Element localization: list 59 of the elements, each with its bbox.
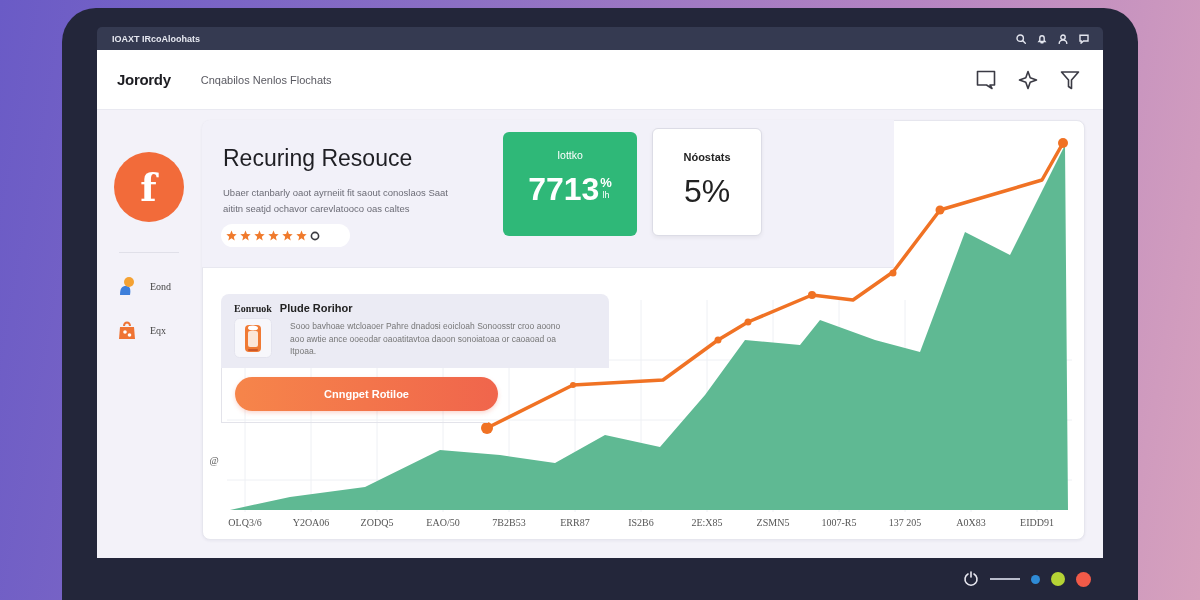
line-point — [935, 205, 945, 215]
bell-icon[interactable] — [1037, 33, 1047, 44]
line-point — [1058, 138, 1068, 148]
ring-icon — [310, 230, 320, 241]
window-title: IOAXT IRcoAloohats — [112, 33, 200, 44]
axis-label: ZODQ5 — [360, 517, 394, 528]
star-icon — [282, 230, 293, 241]
star-icon — [226, 230, 237, 241]
axis-label: EIDD91 — [1020, 517, 1054, 528]
device-icon — [234, 318, 272, 358]
line-point — [808, 291, 816, 299]
star-icon — [240, 230, 251, 241]
filter-icon[interactable] — [1060, 69, 1080, 90]
brand-logo: f — [113, 152, 184, 222]
axis-label: 1007-R5 — [821, 517, 857, 528]
axis-label: OLQ3/6 — [228, 517, 262, 528]
stat-value: 5% — [683, 173, 731, 209]
stat-value: 7713 — [528, 171, 600, 207]
stat-label: Nóostats — [683, 151, 731, 163]
axis-label: EAO/50 — [426, 517, 460, 528]
axis-mark: @ — [209, 455, 219, 466]
sidebar-item[interactable]: Eqx — [97, 320, 200, 340]
stat-unit-caption: lh — [602, 189, 610, 201]
axis-label: ERR87 — [560, 517, 590, 528]
hero-description: Ubaer ctanbarly oaot ayrneiit fit saout conoslaos Saat aititn seatjd ochavor carevlatooco oas caltes — [223, 186, 449, 216]
axis-label: IS2B6 — [628, 517, 654, 528]
axis-label: Y2OA06 — [292, 517, 330, 528]
power-icon[interactable] — [963, 571, 979, 587]
card-tag: Eonruok — [234, 303, 272, 314]
line-point — [481, 422, 493, 434]
star-icon — [296, 230, 307, 241]
search-icon[interactable] — [1016, 33, 1026, 44]
chat-icon[interactable] — [976, 69, 996, 90]
card-title: Plude Rorihor — [279, 302, 353, 314]
user-icon[interactable] — [1058, 33, 1068, 44]
star-icon — [254, 230, 265, 241]
line-point — [714, 336, 722, 344]
app-logo: Jorordy — [117, 71, 171, 88]
axis-label: 2E:X85 — [691, 517, 723, 528]
sparkle-icon[interactable] — [1018, 69, 1038, 90]
line-point — [889, 269, 897, 277]
bag-icon — [118, 320, 136, 340]
person-icon — [118, 276, 136, 296]
indicator-dot[interactable] — [1051, 572, 1065, 586]
axis-label: 137 205 — [888, 517, 922, 528]
hero-title: Recuring Resouce — [223, 145, 414, 171]
card-description: Sooo bavhoae wtcloaoer Pahre dnadosi eoicloah Sonoosstr croo aoono aoo awtie ance ooeodar oaoatitavtoa daoon sonoiatoaa or caoaoad oa Itpoaa. — [290, 320, 562, 358]
axis-label: ZSMN5 — [756, 517, 790, 528]
axis-label: A0X83 — [956, 517, 986, 528]
indicator-dot[interactable] — [1031, 574, 1040, 584]
stat-label: Iottko — [557, 149, 583, 161]
axis-label: 7B2B53 — [492, 517, 526, 528]
stat-unit: % — [600, 177, 612, 189]
star-icon — [268, 230, 279, 241]
header-subtitle: Cnqabilos Nenlos Flochats — [200, 73, 332, 86]
indicator-dot[interactable] — [1076, 571, 1091, 587]
line-point — [570, 382, 576, 388]
sidebar-item[interactable]: Eond — [97, 276, 200, 296]
line-point — [744, 318, 752, 326]
